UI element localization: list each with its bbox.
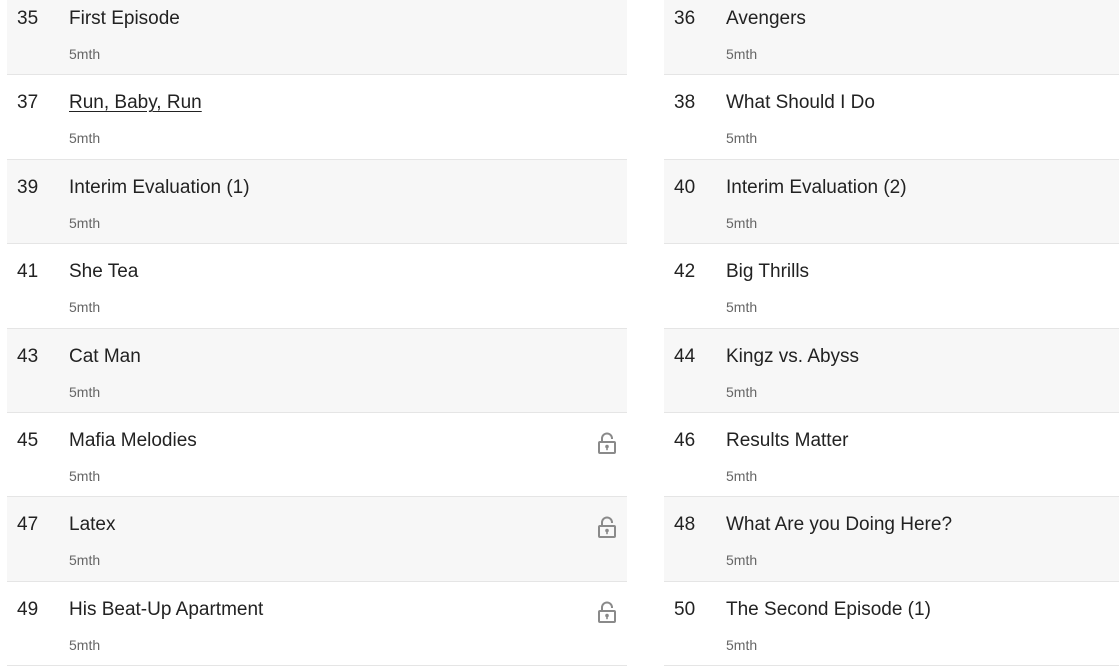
episode-row[interactable]: 46 Results Matter 5mth <box>664 413 1119 498</box>
episode-number: 49 <box>17 598 39 620</box>
episode-row[interactable]: 47 Latex 5mth <box>7 497 627 582</box>
episode-age: 5mth <box>69 299 101 316</box>
episode-row[interactable]: 42 Big Thrills 5mth <box>664 244 1119 329</box>
episode-age: 5mth <box>69 383 101 400</box>
episode-age: 5mth <box>69 467 101 484</box>
episode-title[interactable]: Kingz vs. Abyss <box>726 346 859 368</box>
episode-number: 45 <box>17 429 39 451</box>
episode-number: 36 <box>674 8 696 29</box>
episode-row[interactable]: 37 Run, Baby, Run 5mth <box>7 75 627 160</box>
episode-title[interactable]: Mafia Melodies <box>69 430 197 452</box>
episode-number: 35 <box>17 8 39 29</box>
episode-title[interactable]: Results Matter <box>726 430 848 452</box>
episode-number: 37 <box>17 92 39 114</box>
episode-row[interactable]: 41 She Tea 5mth <box>7 244 627 329</box>
episode-row[interactable]: 38 What Should I Do 5mth <box>664 75 1119 160</box>
lock-icon <box>598 516 616 539</box>
episode-age: 5mth <box>726 214 758 231</box>
episode-number: 38 <box>674 92 696 114</box>
episode-number: 42 <box>674 261 696 283</box>
lock-icon <box>598 432 616 454</box>
episode-title[interactable]: The Second Episode (1) <box>726 599 931 621</box>
episode-title[interactable]: His Beat-Up Apartment <box>69 599 263 621</box>
episode-number: 43 <box>17 345 39 367</box>
episode-title[interactable]: What Are you Doing Here? <box>726 514 952 536</box>
episode-number: 50 <box>674 598 696 620</box>
episode-title[interactable]: Avengers <box>726 8 806 30</box>
episode-number: 48 <box>674 514 696 536</box>
episode-number: 41 <box>17 261 39 283</box>
episode-age: 5mth <box>726 467 758 484</box>
episode-age: 5mth <box>726 552 758 569</box>
episode-row[interactable]: 50 The Second Episode (1) 5mth <box>664 582 1119 667</box>
episode-title[interactable]: Latex <box>69 514 115 536</box>
episode-title-link[interactable]: Run, Baby, Run <box>69 92 202 114</box>
episode-number: 47 <box>17 514 39 536</box>
episode-row[interactable]: 39 Interim Evaluation (1) 5mth <box>7 159 627 245</box>
episode-age: 5mth <box>726 130 758 147</box>
episode-row[interactable]: 49 His Beat-Up Apartment 5mth <box>7 582 627 667</box>
episode-row[interactable]: 45 Mafia Melodies 5mth <box>7 413 627 498</box>
episode-title[interactable]: What Should I Do <box>726 92 875 114</box>
episode-list-left: 35 First Episode 5mth 37 Run, Baby, Run … <box>7 0 627 667</box>
episode-age: 5mth <box>69 214 101 231</box>
episode-number: 40 <box>674 176 696 198</box>
episode-title[interactable]: Interim Evaluation (2) <box>726 177 907 199</box>
episode-title[interactable]: Interim Evaluation (1) <box>69 177 250 199</box>
episode-row[interactable]: 36 Avengers 5mth <box>664 0 1119 76</box>
episode-age: 5mth <box>726 383 758 400</box>
episode-title[interactable]: She Tea <box>69 261 138 283</box>
episode-title[interactable]: Cat Man <box>69 346 141 368</box>
episode-age: 5mth <box>726 636 758 653</box>
episode-age: 5mth <box>69 552 101 569</box>
episode-age: 5mth <box>726 299 758 316</box>
episode-number: 39 <box>17 176 39 198</box>
episode-title[interactable]: First Episode <box>69 8 180 30</box>
episode-age: 5mth <box>69 636 101 653</box>
episode-number: 46 <box>674 429 696 451</box>
episode-row[interactable]: 44 Kingz vs. Abyss 5mth <box>664 328 1119 413</box>
episode-list-right: 36 Avengers 5mth 38 What Should I Do 5mt… <box>664 0 1119 667</box>
episode-row[interactable]: 35 First Episode 5mth <box>7 0 627 76</box>
episode-row[interactable]: 40 Interim Evaluation (2) 5mth <box>664 159 1119 245</box>
lock-icon <box>598 601 616 623</box>
episode-row[interactable]: 48 What Are you Doing Here? 5mth <box>664 497 1119 582</box>
episode-number: 44 <box>674 345 696 367</box>
episode-row[interactable]: 43 Cat Man 5mth <box>7 328 627 413</box>
episode-age: 5mth <box>69 130 101 147</box>
episode-age: 5mth <box>69 46 101 62</box>
episode-age: 5mth <box>726 46 758 62</box>
episode-title[interactable]: Big Thrills <box>726 261 809 283</box>
